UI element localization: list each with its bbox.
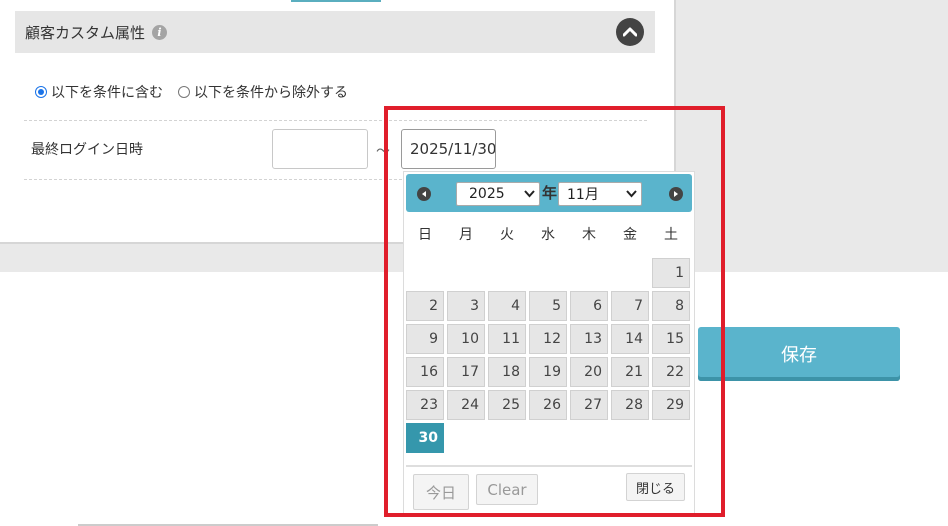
calendar-day[interactable]: 16 <box>406 357 444 387</box>
info-icon[interactable]: i <box>152 24 168 40</box>
calendar-day[interactable]: 15 <box>652 324 690 354</box>
radio-exclude-label: 以下を条件から除外する <box>194 85 348 101</box>
calendar-day[interactable]: 21 <box>611 357 649 387</box>
radio-include-label: 以下を条件に含む <box>51 85 163 101</box>
divider <box>24 120 647 121</box>
radio-exclude[interactable]: 以下を条件から除外する <box>178 82 348 102</box>
weekday-label: 木 <box>582 227 596 243</box>
calendar-day[interactable]: 26 <box>529 390 567 420</box>
calendar-day[interactable]: 12 <box>529 324 567 354</box>
next-month-button[interactable] <box>669 187 683 201</box>
datepicker-header: 2025 年 11月 <box>406 174 692 212</box>
calendar-day[interactable]: 17 <box>447 357 485 387</box>
clear-button[interactable]: Clear <box>476 474 538 505</box>
triangle-left-icon <box>422 191 426 197</box>
tab-indicator <box>291 0 381 2</box>
calendar-day[interactable]: 23 <box>406 390 444 420</box>
radio-include[interactable]: 以下を条件に含む <box>35 82 163 102</box>
radio-exclude-button[interactable] <box>178 86 190 98</box>
calendar-day[interactable]: 18 <box>488 357 526 387</box>
prev-month-button[interactable] <box>417 187 431 201</box>
calendar-day[interactable]: 20 <box>570 357 608 387</box>
calendar-day[interactable]: 22 <box>652 357 690 387</box>
calendar-day[interactable]: 14 <box>611 324 649 354</box>
calendar-day[interactable]: 8 <box>652 291 690 321</box>
weekday-label: 水 <box>541 227 555 243</box>
triangle-right-icon <box>674 191 678 197</box>
year-select-value: 2025 <box>469 186 505 202</box>
year-suffix: 年 <box>542 184 558 202</box>
weekday-label: 金 <box>623 227 637 243</box>
collapse-button[interactable] <box>616 18 644 46</box>
calendar-day[interactable]: 25 <box>488 390 526 420</box>
calendar-day[interactable]: 4 <box>488 291 526 321</box>
calendar-day[interactable]: 9 <box>406 324 444 354</box>
calendar-day[interactable]: 1 <box>652 258 690 288</box>
calendar-day[interactable]: 29 <box>652 390 690 420</box>
year-select[interactable]: 2025 <box>456 182 540 206</box>
calendar-day[interactable]: 19 <box>529 357 567 387</box>
calendar-day[interactable]: 11 <box>488 324 526 354</box>
chevron-up-icon <box>623 27 637 37</box>
chevron-down-icon <box>524 190 535 198</box>
date-to-input[interactable]: 2025/11/30 <box>401 129 496 169</box>
range-separator: ～ <box>376 144 390 160</box>
date-from-input[interactable] <box>272 129 368 169</box>
month-select[interactable]: 11月 <box>558 182 642 206</box>
radio-include-button[interactable] <box>35 86 47 98</box>
today-button[interactable]: 今日 <box>413 474 469 510</box>
calendar-day[interactable]: 24 <box>447 390 485 420</box>
calendar-day[interactable]: 6 <box>570 291 608 321</box>
calendar-day[interactable]: 2 <box>406 291 444 321</box>
weekday-label: 月 <box>459 227 473 243</box>
section-header: 顧客カスタム属性 i <box>15 11 655 53</box>
last-login-label: 最終ログイン日時 <box>31 142 143 158</box>
chevron-down-icon <box>626 190 637 198</box>
weekday-label: 土 <box>664 227 678 243</box>
calendar-day[interactable]: 7 <box>611 291 649 321</box>
datepicker-divider <box>406 465 692 467</box>
weekday-label: 日 <box>418 227 432 243</box>
calendar-day[interactable]: 27 <box>570 390 608 420</box>
calendar-day[interactable]: 3 <box>447 291 485 321</box>
weekday-label: 火 <box>500 227 514 243</box>
condition-radio-group: 以下を条件に含む 以下を条件から除外する <box>35 82 363 102</box>
section-title: 顧客カスタム属性 <box>25 23 146 42</box>
close-button[interactable]: 閉じる <box>626 473 685 501</box>
calendar-day-selected[interactable]: 30 <box>406 423 444 453</box>
datepicker-popup: 2025 年 11月 日月火水木金土 1 2 3 4 5 6 7 8 9 10 11 12 13 14 15… <box>403 171 695 516</box>
calendar-day[interactable]: 5 <box>529 291 567 321</box>
calendar-day[interactable]: 10 <box>447 324 485 354</box>
month-select-value: 11月 <box>567 187 599 203</box>
calendar-day[interactable]: 28 <box>611 390 649 420</box>
calendar-day[interactable]: 13 <box>570 324 608 354</box>
save-button[interactable]: 保存 <box>698 327 900 381</box>
